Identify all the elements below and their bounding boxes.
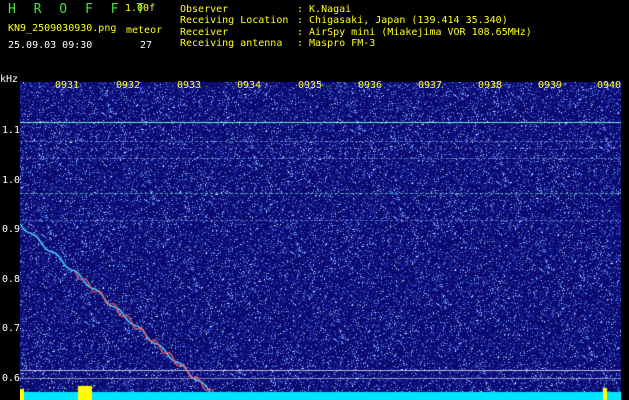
time-tick-label: 0939 [538,80,563,91]
y-tick-label: 0.6 [2,373,21,384]
location-label: Receiving Location [180,15,289,26]
receiver-label: Receiver [180,27,229,38]
y-tick-label: 0.9 [2,224,21,235]
time-tick-label: 0936 [358,80,383,91]
app-version: 1.00f [125,3,156,14]
y-axis-unit: kHz [0,74,19,85]
observation-datetime: 25.09.03 09:30 [8,40,93,51]
antenna-value: : Maspro FM-3 [297,38,376,49]
time-tick-label: 0935 [298,80,323,91]
time-tick-label: 0934 [237,80,262,91]
time-tick-label: 0931 [55,80,80,91]
time-tick-label: 0937 [418,80,443,91]
y-tick-label: 0.8 [2,274,21,285]
time-tick-label: 0940 [597,80,622,91]
time-tick-label: 0938 [478,80,503,91]
receiver-value: : AirSpy mini (Miakejima VOR 108.65MHz) [297,27,532,38]
header-panel: H R O F F T 1.00f KN9_2509030930.png met… [0,0,629,74]
observer-value: : K.Nagai [297,4,352,15]
observer-label: Observer [180,4,229,15]
spectrogram-canvas [20,82,621,400]
y-tick-label: 0.7 [2,323,21,334]
meteor-count: 27 [140,40,153,51]
y-tick-label: 1.1 [2,125,21,136]
antenna-label: Receiving antenna [180,38,283,49]
location-value: : Chigasaki, Japan (139.414 35.340) [297,15,508,26]
y-tick-label: 1.0 [2,175,21,186]
time-tick-label: 0932 [116,80,141,91]
file-name: KN9_2509030930.png [8,23,117,34]
meteor-label: meteor [126,25,163,36]
time-tick-label: 0933 [177,80,202,91]
